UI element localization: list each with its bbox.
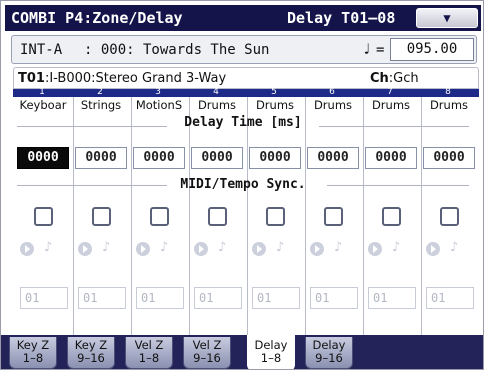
delay-time-field[interactable]: 0000	[423, 147, 475, 169]
midi-sync-checkbox[interactable]	[208, 207, 227, 226]
base-note-icon	[310, 242, 324, 256]
program-name[interactable]: Strings	[73, 98, 129, 115]
midi-channel-field: 01	[252, 287, 300, 309]
note-icon: ♪	[102, 240, 111, 255]
tab-range: 1–8	[138, 351, 160, 365]
tempo-field[interactable]: 095.00	[390, 38, 474, 61]
tab-delay-9-16[interactable]: Delay 9–16	[305, 337, 353, 369]
combi-name: : 000: Towards The Sun	[84, 42, 270, 58]
timbre-info: T01:I-B000:Stereo Grand 3-Way Ch:Gch	[13, 67, 479, 89]
timbre-program: :I-B000:Stereo Grand 3-Way	[44, 71, 227, 86]
midi-sync-checkbox[interactable]	[34, 207, 53, 226]
note-icon: ♪	[450, 240, 459, 255]
timbre-program-info: T01:I-B000:Stereo Grand 3-Way	[18, 71, 226, 86]
tab-key-zone-9-16[interactable]: Key Z 9–16	[67, 337, 115, 369]
timbre-number: 7	[387, 87, 393, 97]
midi-channel-field: 01	[310, 287, 358, 309]
note-icon: ♪	[218, 240, 227, 255]
delay-time-field[interactable]: 0000	[133, 147, 185, 169]
timbre-number: 6	[329, 87, 335, 97]
base-note-icon	[426, 242, 440, 256]
delay-time-field[interactable]: 0000	[75, 147, 127, 169]
page-tab-bar: Key Z 1–8 Key Z 9–16 Vel Z 1–8 Vel Z 9–16 De…	[1, 335, 483, 369]
tab-vel-zone-9-16[interactable]: Vel Z 9–16	[183, 337, 231, 369]
note-icon: ♪	[44, 240, 53, 255]
midi-channel-field: 01	[368, 287, 416, 309]
channel-value: :Gch	[388, 71, 419, 86]
column-divider	[247, 97, 248, 335]
base-note-icon	[368, 242, 382, 256]
column-divider	[421, 97, 422, 335]
timbre-number: 5	[271, 87, 277, 97]
tab-range: 1–8	[260, 351, 282, 365]
page-menu-button[interactable]: ▼	[416, 8, 478, 28]
column-divider	[131, 97, 132, 335]
tempo-equals: =	[376, 42, 385, 58]
chevron-down-icon: ▼	[443, 11, 451, 25]
note-icon: ♪	[160, 240, 169, 255]
timbre-number: 2	[97, 87, 103, 97]
tab-range: 1–8	[22, 351, 44, 365]
timbre-id: T01	[18, 71, 45, 86]
mode-title: COMBI P4:Zone/Delay	[11, 9, 183, 27]
midi-sync-checkbox[interactable]	[382, 207, 401, 226]
timbre-number: 4	[213, 87, 219, 97]
program-name-row: Keyboar Strings MotionS Drums Drums Drum…	[13, 97, 479, 115]
tab-delay-1-8[interactable]: Delay 1–8	[247, 335, 295, 369]
midi-sync-checkbox[interactable]	[324, 207, 343, 226]
tab-vel-zone-1-8[interactable]: Vel Z 1–8	[125, 337, 173, 369]
delay-time-field[interactable]: 0000	[307, 147, 359, 169]
program-name[interactable]: Drums	[363, 98, 419, 115]
program-name[interactable]: Drums	[247, 98, 303, 115]
midi-channel-field: 01	[194, 287, 242, 309]
midi-channel-field: 01	[20, 287, 68, 309]
tab-range: 9–16	[315, 351, 343, 365]
base-note-icon	[136, 242, 150, 256]
program-name[interactable]: Keyboar	[15, 98, 71, 115]
timbre-number: 1	[39, 87, 45, 97]
delay-time-field[interactable]: 0000	[365, 147, 417, 169]
midi-channel-field: 01	[426, 287, 474, 309]
base-note-icon	[194, 242, 208, 256]
program-name[interactable]: Drums	[189, 98, 245, 115]
midi-sync-checkbox[interactable]	[266, 207, 285, 226]
base-note-icon	[252, 242, 266, 256]
delay-time-field[interactable]: 0000	[17, 147, 69, 169]
delay-time-heading: Delay Time [ms]	[184, 115, 302, 130]
timbre-number: 3	[155, 87, 161, 97]
screen: COMBI P4:Zone/Delay Delay T01–08 ▼ INT-A…	[0, 0, 484, 370]
midi-channel-field: 01	[78, 287, 126, 309]
tab-range: 9–16	[193, 351, 221, 365]
base-note-icon	[78, 242, 92, 256]
page-title: Delay T01–08	[287, 9, 396, 27]
title-bar: COMBI P4:Zone/Delay Delay T01–08 ▼	[5, 5, 481, 31]
timbre-channel: Ch:Gch	[370, 71, 419, 86]
column-divider	[73, 97, 74, 335]
column-divider	[189, 97, 190, 335]
midi-sync-checkbox[interactable]	[440, 207, 459, 226]
base-note-icon	[20, 242, 34, 256]
midi-tempo-sync-heading: MIDI/Tempo Sync.	[180, 177, 306, 192]
combi-select[interactable]: INT-A : 000: Towards The Sun ♩ = 095.00	[11, 35, 477, 64]
note-icon: ♪	[334, 240, 343, 255]
quarter-note-icon: ♩	[362, 40, 372, 58]
tab-key-zone-1-8[interactable]: Key Z 1–8	[9, 337, 57, 369]
midi-sync-checkbox[interactable]	[92, 207, 111, 226]
delay-time-field[interactable]: 0000	[191, 147, 243, 169]
program-name[interactable]: Drums	[305, 98, 361, 115]
column-divider	[363, 97, 364, 335]
timbre-number-strip: 1 2 3 4 5 6 7 8	[13, 87, 479, 97]
note-icon: ♪	[276, 240, 285, 255]
delay-time-field[interactable]: 0000	[249, 147, 301, 169]
program-name[interactable]: Drums	[421, 98, 477, 115]
program-name[interactable]: MotionS	[131, 98, 187, 115]
channel-label: Ch	[370, 71, 389, 86]
note-icon: ♪	[392, 240, 401, 255]
timbre-number: 8	[445, 87, 451, 97]
column-divider	[305, 97, 306, 335]
midi-channel-field: 01	[136, 287, 184, 309]
midi-sync-checkbox[interactable]	[150, 207, 169, 226]
combi-bank: INT-A	[20, 42, 63, 58]
tab-range: 9–16	[77, 351, 105, 365]
